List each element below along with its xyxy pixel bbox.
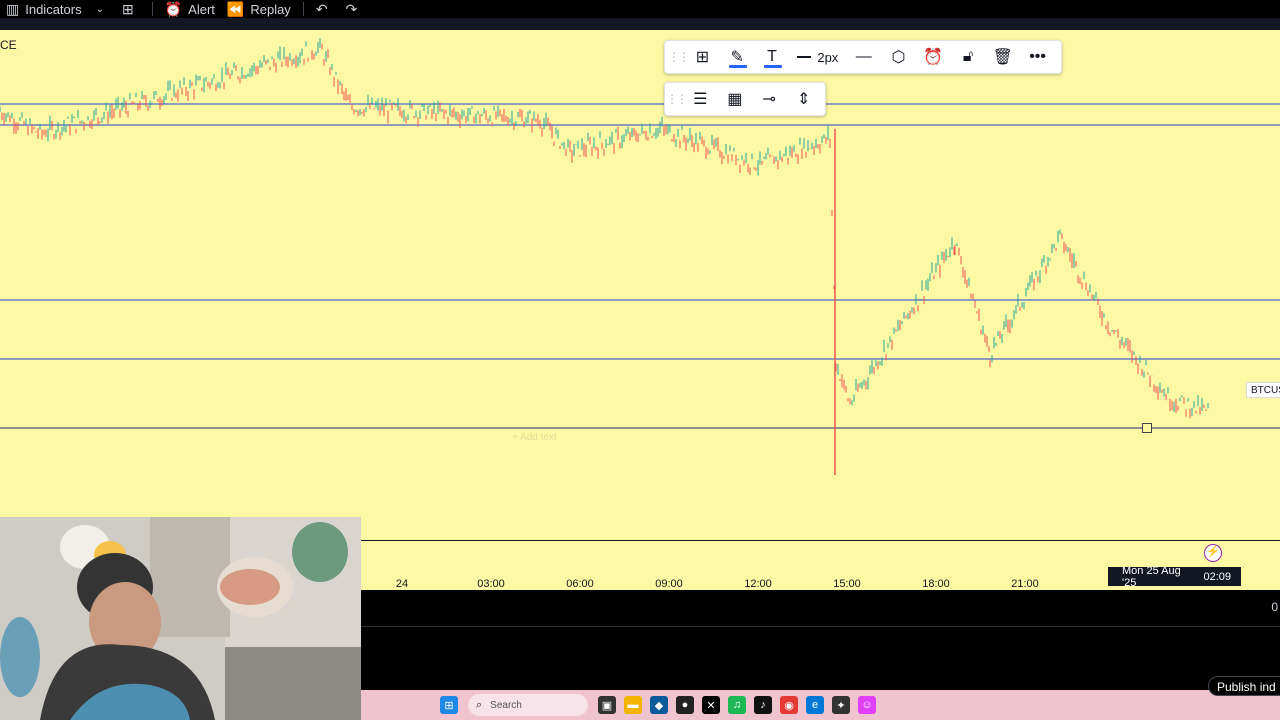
text-icon: T <box>767 48 777 65</box>
color-swatch <box>763 65 782 68</box>
redo-icon: ↷ <box>345 0 358 17</box>
store-icon[interactable]: ◆ <box>650 696 668 714</box>
vertical-range-icon: ⇕ <box>797 91 811 108</box>
webcam-image <box>0 517 361 720</box>
color-swatch <box>728 65 747 68</box>
grid-icon: ▦ <box>727 91 743 108</box>
lock-button[interactable]: 🔓︎ <box>951 42 986 72</box>
price-chart[interactable] <box>0 30 1280 540</box>
taskbar-search[interactable]: ⌕ Search <box>468 694 588 716</box>
chrome-icon[interactable]: ◉ <box>780 696 798 714</box>
settings-icon: ⬡ <box>891 49 906 66</box>
discord-icon[interactable]: ☺ <box>858 696 876 714</box>
indicators-label: Indicators <box>25 1 82 17</box>
redo-button[interactable]: ↷ <box>340 0 370 18</box>
line-width-button[interactable]: 2px <box>789 50 846 65</box>
horizontal-line-icon: ⊸ <box>762 91 776 108</box>
more-icon: ••• <box>1029 48 1047 65</box>
text-color-button[interactable]: T <box>755 42 790 72</box>
drag-grip-icon[interactable]: ⋮⋮ <box>668 42 690 72</box>
time-label: 12:00 <box>744 578 772 590</box>
pencil-icon: ✎ <box>730 49 744 66</box>
alert-on-drawing-button[interactable]: ⏰ <box>916 42 951 72</box>
vertical-range-button[interactable]: ⇕ <box>787 84 822 114</box>
file-explorer-icon[interactable]: ▬ <box>624 696 642 714</box>
rewind-icon: ⏪ <box>226 0 245 17</box>
chevron-down-icon[interactable]: ⌄ <box>96 4 104 15</box>
symbol-label: CE <box>0 38 17 52</box>
line-width-label: 2px <box>817 49 839 65</box>
x-app-icon[interactable]: ✕ <box>702 696 720 714</box>
crosshair-time: 02:09 <box>1203 570 1231 583</box>
time-label: 21:00 <box>1011 578 1039 590</box>
layout-templates-button[interactable]: ⊞ <box>116 0 146 18</box>
indicators-button[interactable]: ▥ Indicators ⌄ <box>0 0 116 18</box>
time-label: 03:00 <box>477 578 505 590</box>
tiktok-icon[interactable]: ♪ <box>754 696 772 714</box>
grid-button[interactable]: ▦ <box>718 84 753 114</box>
alert-button[interactable]: ⏰ Alert <box>159 0 221 18</box>
toolbar-divider <box>151 2 153 16</box>
alert-label: Alert <box>188 1 215 17</box>
add-text-hint[interactable]: + Add text <box>512 432 557 443</box>
templates-button[interactable]: ⊞ <box>685 42 720 72</box>
series-price-tag: BTCUSD <box>1246 382 1280 398</box>
align-lines-icon: ☰ <box>693 91 708 108</box>
horizontal-line-button[interactable]: ⊸ <box>752 84 787 114</box>
replay-label: Replay <box>250 1 291 17</box>
app-icon[interactable]: ✦ <box>832 696 850 714</box>
drawing-toolbar: ⋮⋮ ⊞ ✎ T 2px — ⬡ ⏰ 🔓︎ 🗑︎ ••• <box>664 40 1062 74</box>
alarm-clock-icon: ⏰ <box>164 0 183 17</box>
top-toolbar: ▥ Indicators ⌄ ⊞ ⏰ Alert ⏪ Replay ↶ ↷ <box>0 0 1280 18</box>
bottom-panel: 0 <box>360 590 1280 690</box>
line-style-button[interactable]: — <box>846 42 881 72</box>
webcam-overlay <box>0 517 361 720</box>
text-align-button[interactable]: ☰ <box>683 84 718 114</box>
crosshair-time-label: Mon 25 Aug '25 02:09 <box>1108 564 1241 589</box>
spotify-icon[interactable]: ♫ <box>728 696 746 714</box>
search-icon: ⌕ <box>476 698 483 711</box>
line-drag-handle[interactable] <box>1142 423 1152 433</box>
time-label: 09:00 <box>655 578 683 590</box>
panel-value: 0 <box>1271 600 1278 614</box>
trash-icon: 🗑︎ <box>992 49 1013 66</box>
task-view-icon[interactable]: ▣ <box>598 696 616 714</box>
settings-button[interactable]: ⬡ <box>881 42 916 72</box>
time-label: 24 <box>395 578 409 590</box>
toolbar-divider <box>302 2 304 16</box>
alarm-icon: ⏰ <box>923 49 944 66</box>
search-placeholder: Search <box>490 699 522 711</box>
windows-taskbar: ⊞ ⌕ Search ▣ ▬ ◆ ● ✕ ♫ ♪ ◉ e ✦ ☺ <box>360 690 1280 720</box>
more-button[interactable]: ••• <box>1020 42 1055 72</box>
time-label: 15:00 <box>833 578 861 590</box>
lock-icon: 🔓︎ <box>962 48 974 65</box>
line-width-icon <box>797 56 812 58</box>
drag-grip-icon[interactable]: ⋮⋮ <box>666 84 688 114</box>
indicators-icon: ▥ <box>6 0 20 17</box>
crosshair-date: Mon 25 Aug '25 <box>1122 564 1181 589</box>
pin-icon[interactable]: ● <box>676 696 694 714</box>
panel-divider <box>360 626 1280 627</box>
chart-pane[interactable]: CE + Add text BTCUSD ⚡ 24 03:00 06:00 09… <box>0 30 1280 590</box>
publish-indicator-button[interactable]: Publish ind <box>1208 676 1280 696</box>
line-color-button[interactable]: ✎ <box>720 42 755 72</box>
undo-icon: ↶ <box>315 0 328 17</box>
drawing-sub-toolbar: ⋮⋮ ☰ ▦ ⊸ ⇕ <box>664 82 826 116</box>
replay-button[interactable]: ⏪ Replay <box>221 0 297 18</box>
undo-button[interactable]: ↶ <box>310 0 340 18</box>
line-style-icon: — <box>855 48 872 65</box>
delete-button[interactable]: 🗑︎ <box>985 42 1020 72</box>
tradingview-window: ▥ Indicators ⌄ ⊞ ⏰ Alert ⏪ Replay ↶ ↷ CE… <box>0 0 1280 720</box>
time-label: 06:00 <box>566 578 594 590</box>
time-label: 18:00 <box>922 578 950 590</box>
grid-icon: ⊞ <box>122 0 134 17</box>
windows-start-icon[interactable]: ⊞ <box>440 696 458 714</box>
edge-icon[interactable]: e <box>806 696 824 714</box>
templates-icon: ⊞ <box>695 49 710 66</box>
